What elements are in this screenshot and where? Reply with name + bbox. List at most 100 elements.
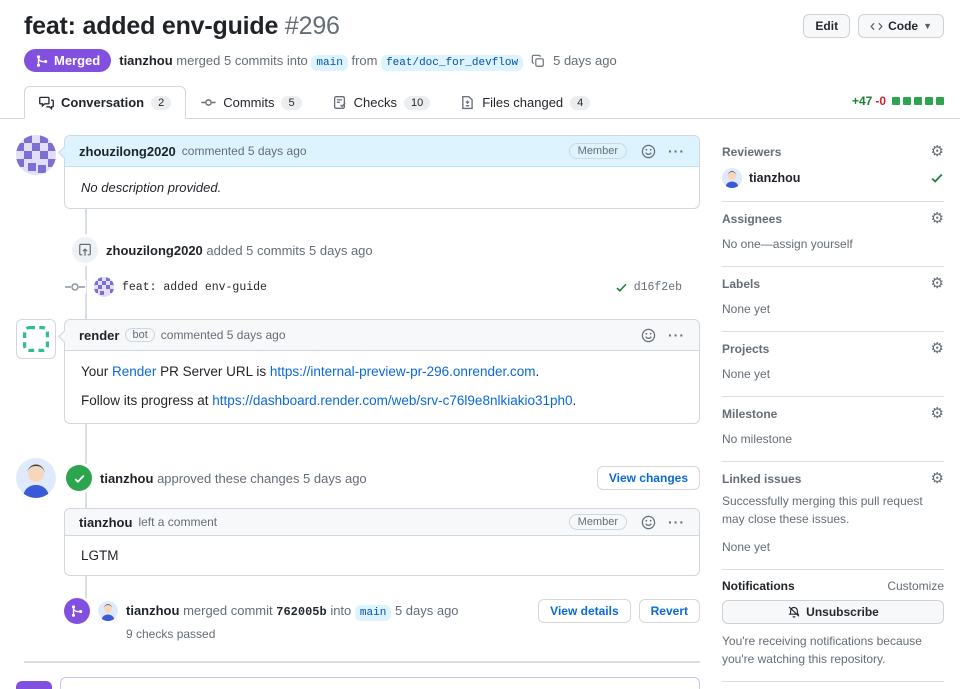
comment-header: tianzhou left a comment Member ··· — [65, 509, 699, 536]
pr-time: 5 days ago — [553, 53, 617, 68]
comment-body: LGTM — [81, 548, 119, 563]
view-details-button[interactable]: View details — [538, 599, 631, 623]
bell-slash-icon — [788, 606, 800, 618]
reviewer-name: tianzhou — [749, 171, 801, 185]
tab-commits[interactable]: Commits 5 — [186, 86, 316, 119]
comment-header: render bot commented 5 days ago ··· — [65, 320, 699, 351]
tab-count: 5 — [281, 95, 302, 110]
pr-title-text: feat: added env-guide — [24, 12, 279, 40]
event-author[interactable]: tianzhou — [100, 471, 153, 486]
kebab-menu-icon[interactable]: ··· — [668, 143, 685, 159]
base-branch-label[interactable]: main — [311, 54, 348, 71]
event-author[interactable]: tianzhou — [126, 603, 179, 618]
gear-icon[interactable]: ⚙ — [931, 276, 944, 291]
page-title: feat: added env-guide #296 — [24, 12, 340, 41]
diffstat: +47 -0 — [852, 94, 944, 118]
member-badge: Member — [568, 514, 627, 530]
notifications-desc: You're receiving notifications because y… — [722, 634, 922, 666]
sidebar-section-labels: Labels ⚙ None yet — [722, 267, 944, 332]
commit-row: feat: added env-guide d16f2eb — [64, 277, 700, 297]
approved-check-icon — [931, 173, 943, 183]
assignees-empty[interactable]: No one—assign yourself — [722, 235, 944, 253]
timeline-divider — [24, 661, 700, 663]
commits-added-event: zhouzilong2020 added 5 commits 5 days ag… — [72, 237, 700, 263]
milestone-empty: No milestone — [722, 432, 793, 446]
checks-passed-note[interactable]: 9 checks passed — [126, 627, 700, 641]
kebab-menu-icon[interactable]: ··· — [668, 514, 685, 530]
gear-icon[interactable]: ⚙ — [931, 211, 944, 226]
sidebar-section-notifications: Notifications Customize Unsubscribe You'… — [722, 570, 944, 682]
render-link[interactable]: Render — [112, 364, 156, 379]
preview-url-link[interactable]: https://internal-preview-pr-296.onrender… — [270, 364, 536, 379]
tab-count: 2 — [151, 95, 172, 110]
commit-message[interactable]: feat: added env-guide — [122, 281, 267, 294]
merge-commit-sha[interactable]: 762005b — [276, 605, 326, 619]
copy-icon[interactable] — [531, 54, 545, 68]
avatar[interactable] — [16, 135, 56, 175]
pr-page: feat: added env-guide #296 Edit Code ▼ M… — [0, 0, 960, 689]
projects-empty: None yet — [722, 367, 771, 381]
dashboard-url-link[interactable]: https://dashboard.render.com/web/srv-c76… — [212, 393, 572, 408]
deletions-count: -0 — [875, 94, 886, 108]
edit-button[interactable]: Edit — [803, 14, 851, 38]
kebab-menu-icon[interactable]: ··· — [668, 327, 685, 343]
smiley-icon[interactable] — [641, 144, 656, 159]
review-comment: tianzhou left a comment Member ··· LGTM — [64, 508, 700, 576]
repo-push-icon — [72, 237, 98, 263]
reviewer-row[interactable]: tianzhou — [722, 168, 944, 188]
customize-link[interactable]: Customize — [887, 579, 944, 593]
pr-description-comment: zhouzilong2020 commented 5 days ago Memb… — [16, 135, 700, 209]
commit-sha[interactable]: d16f2eb — [634, 281, 682, 294]
sidebar-section-assignees: Assignees ⚙ No one—assign yourself — [722, 202, 944, 267]
approval-event: tianzhou approved these changes 5 days a… — [16, 458, 700, 498]
bot-badge: bot — [125, 328, 155, 342]
gear-icon[interactable]: ⚙ — [931, 144, 944, 159]
approved-check-icon — [66, 465, 92, 491]
gear-icon[interactable]: ⚙ — [931, 471, 944, 486]
pr-tabnav: Conversation 2 Commits 5 Checks 10 Files… — [0, 86, 960, 119]
member-badge: Member — [568, 143, 627, 159]
event-author[interactable]: zhouzilong2020 — [106, 243, 203, 258]
head-branch-label[interactable]: feat/doc_for_devflow — [381, 54, 524, 71]
comment-author[interactable]: render — [79, 328, 119, 343]
commit-author-avatar[interactable] — [94, 277, 114, 297]
base-branch-label[interactable]: main — [354, 605, 392, 621]
gear-icon[interactable]: ⚙ — [931, 406, 944, 421]
comment-body: No description provided. — [81, 180, 222, 195]
avatar[interactable] — [16, 458, 56, 498]
revert-button[interactable]: Revert — [638, 599, 700, 623]
merged-status-badge: Merged — [24, 49, 112, 72]
gear-icon[interactable]: ⚙ — [931, 341, 944, 356]
tab-count: 4 — [570, 95, 591, 110]
reviewer-avatar — [722, 168, 742, 188]
render-bot-avatar[interactable] — [16, 319, 56, 359]
linked-issues-desc: Successfully merging this pull request m… — [722, 494, 923, 526]
merge-event: tianzhou merged commit 762005b into main… — [16, 598, 700, 641]
code-button[interactable]: Code ▼ — [858, 14, 944, 38]
merged-banner: Pull request successfully merged and clo… — [16, 677, 700, 689]
avatar[interactable] — [98, 601, 118, 621]
comment-author[interactable]: tianzhou — [79, 515, 132, 530]
merged-icon — [64, 598, 90, 624]
smiley-icon[interactable] — [641, 328, 656, 343]
pr-author[interactable]: tianzhou — [119, 53, 172, 68]
git-merge-icon — [16, 681, 52, 689]
unsubscribe-button[interactable]: Unsubscribe — [722, 600, 944, 624]
sidebar: Reviewers ⚙ tianzhou Assignees ⚙ No one—… — [722, 135, 944, 689]
tab-count: 10 — [403, 95, 431, 110]
tab-checks[interactable]: Checks 10 — [317, 86, 446, 119]
discussion-timeline: zhouzilong2020 commented 5 days ago Memb… — [16, 135, 700, 689]
comment-author[interactable]: zhouzilong2020 — [79, 144, 176, 159]
check-icon[interactable] — [615, 281, 628, 294]
tab-files-changed[interactable]: Files changed 4 — [445, 86, 605, 119]
labels-empty: None yet — [722, 302, 771, 316]
sidebar-section-projects: Projects ⚙ None yet — [722, 332, 944, 397]
comment-discussion-icon — [39, 96, 54, 110]
view-changes-button[interactable]: View changes — [596, 466, 700, 490]
comment-body: Your Render PR Server URL is https://int… — [81, 364, 577, 408]
sidebar-section-participants: 2 participants — [722, 682, 944, 689]
tab-conversation[interactable]: Conversation 2 — [24, 86, 187, 119]
smiley-icon[interactable] — [641, 515, 656, 530]
git-commit-icon — [201, 99, 216, 106]
code-icon — [870, 22, 883, 30]
